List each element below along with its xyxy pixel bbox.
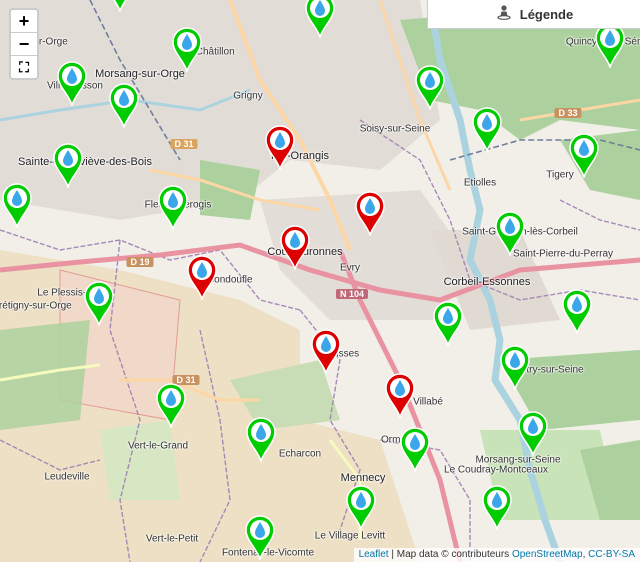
droplet-icon (562, 289, 592, 334)
droplet-icon (495, 211, 525, 256)
droplet-icon (84, 281, 114, 326)
water-ok-marker[interactable] (83, 280, 115, 326)
droplet-icon (305, 0, 335, 38)
droplet-icon (500, 345, 530, 390)
license-link[interactable]: CC-BY-SA (588, 549, 635, 560)
water-ok-marker[interactable] (304, 0, 336, 38)
road-label: N 104 (335, 289, 369, 299)
water-alert-marker[interactable] (310, 328, 342, 374)
zoom-out-button[interactable]: − (11, 33, 37, 56)
water-ok-marker[interactable] (52, 142, 84, 188)
droplet-icon (433, 301, 463, 346)
droplet-icon (57, 61, 87, 106)
place-label: Saint-Pierre-du-Perray (512, 248, 614, 260)
water-alert-marker[interactable] (264, 124, 296, 170)
water-ok-marker[interactable] (399, 426, 431, 472)
place-label: Etiolles (463, 177, 497, 189)
place-label: Grigny (233, 90, 263, 102)
place-label: Vert-le-Grand (127, 440, 189, 452)
place-label: Leudeville (44, 471, 90, 483)
place-label: Villabé (413, 396, 443, 408)
map-view[interactable]: lay-sur-Orge Morsang-sur-Orge Villemoiss… (0, 0, 640, 562)
water-ok-marker[interactable] (345, 484, 377, 530)
water-ok-marker[interactable] (108, 82, 140, 128)
water-ok-marker[interactable] (481, 484, 513, 530)
water-alert-marker[interactable] (384, 372, 416, 418)
osm-link[interactable]: OpenStreetMap (512, 549, 583, 560)
droplet-icon (113, 0, 127, 12)
water-alert-marker[interactable] (279, 224, 311, 270)
droplet-icon (518, 411, 548, 456)
leaflet-link[interactable]: Leaflet (359, 549, 389, 560)
droplet-icon (2, 183, 32, 228)
droplet-icon (472, 107, 502, 152)
legend-toggle[interactable]: Légende (427, 0, 640, 29)
droplet-icon (156, 383, 186, 428)
zoom-in-button[interactable]: + (11, 10, 37, 33)
road-label: D 31 (170, 139, 198, 149)
droplet-icon (265, 125, 295, 170)
water-alert-marker[interactable] (186, 254, 218, 300)
droplet-icon (346, 485, 376, 530)
place-label: Soisy-sur-Seine (359, 123, 431, 135)
road-label: D 33 (554, 108, 582, 118)
place-label: Brétigny-sur-Orge (0, 300, 72, 312)
droplet-icon (482, 485, 512, 530)
water-ok-marker[interactable] (568, 132, 600, 178)
place-label: Le Village Levitt (314, 530, 386, 542)
water-ok-marker[interactable] (244, 514, 276, 560)
droplet-icon (172, 27, 202, 72)
droplet-icon (569, 133, 599, 178)
water-ok-marker[interactable] (1, 182, 33, 228)
zoom-control: + − ⛶ (9, 8, 39, 80)
fullscreen-button[interactable]: ⛶ (11, 56, 37, 78)
droplet-icon (400, 427, 430, 472)
water-ok-marker[interactable] (414, 64, 446, 110)
droplet-icon (311, 329, 341, 374)
map-attribution: Leaflet | Map data © contributeurs OpenS… (353, 548, 640, 562)
person-pin-icon (496, 4, 512, 25)
water-ok-marker[interactable] (155, 382, 187, 428)
water-ok-marker[interactable] (517, 410, 549, 456)
water-alert-marker[interactable] (354, 190, 386, 236)
place-label: Mennecy (340, 472, 386, 484)
droplet-icon (187, 255, 217, 300)
water-ok-marker[interactable] (245, 416, 277, 462)
water-ok-marker[interactable] (432, 300, 464, 346)
droplet-icon (415, 65, 445, 110)
droplet-icon (53, 143, 83, 188)
water-ok-marker[interactable] (171, 26, 203, 72)
water-ok-marker[interactable] (157, 184, 189, 230)
droplet-icon (246, 417, 276, 462)
water-ok-marker[interactable] (104, 0, 136, 12)
place-label: Corbeil-Essonnes (443, 276, 531, 288)
place-label: Echarcon (278, 448, 322, 460)
place-label: Vert-le-Petit (145, 533, 199, 545)
water-ok-marker[interactable] (494, 210, 526, 256)
place-label: Sainte-Geneviève-des-Bois (18, 156, 152, 168)
attribution-text: | Map data © contributeurs (388, 549, 512, 560)
droplet-icon (385, 373, 415, 418)
water-ok-marker[interactable] (561, 288, 593, 334)
place-label: Evry (340, 262, 360, 274)
droplet-icon (355, 191, 385, 236)
place-label: Le Coudray-Montceaux (444, 464, 548, 476)
legend-label: Légende (519, 6, 574, 22)
droplet-icon (109, 83, 139, 128)
road-label: D 19 (126, 257, 154, 267)
water-ok-marker[interactable] (471, 106, 503, 152)
water-ok-marker[interactable] (499, 344, 531, 390)
water-ok-marker[interactable] (56, 60, 88, 106)
droplet-icon (280, 225, 310, 270)
droplet-icon (245, 515, 275, 560)
droplet-icon (158, 185, 188, 230)
